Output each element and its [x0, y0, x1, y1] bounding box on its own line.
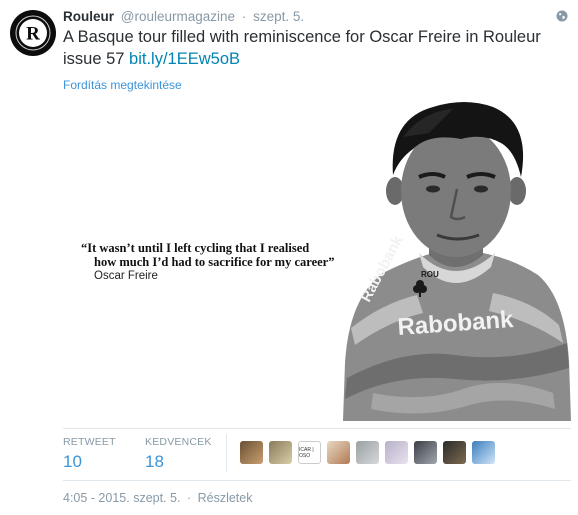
stats-divider-top: [63, 428, 571, 429]
liker-avatar[interactable]: [443, 441, 466, 464]
tweet-full-timestamp[interactable]: 4:05 - 2015. szept. 5.: [63, 491, 180, 505]
jersey-collar-text: ROU: [421, 270, 439, 279]
liker-avatars: ICAR | OSO: [240, 441, 501, 464]
tweet-text: A Basque tour filled with reminiscence f…: [63, 27, 571, 70]
liker-avatar[interactable]: [385, 441, 408, 464]
rouleur-logo-icon: R: [11, 11, 55, 55]
quote-author: Oscar Freire: [94, 270, 158, 282]
liker-avatar[interactable]: [240, 441, 263, 464]
favorites-stat[interactable]: KEDVENCEK 18: [145, 436, 212, 472]
author-name[interactable]: Rouleur: [63, 9, 114, 24]
liker-avatar-text: ICAR | OSO: [299, 446, 314, 459]
author-avatar[interactable]: R: [10, 10, 56, 56]
author-handle[interactable]: @rouleurmagazine: [121, 9, 235, 24]
retweet-stat[interactable]: RETWEET 10: [63, 436, 116, 472]
tweet-timestamp[interactable]: szept. 5.: [253, 9, 304, 24]
tweet-media-image[interactable]: “It wasn’t until I left cycling that I r…: [63, 93, 571, 421]
logo-letter: R: [26, 24, 40, 45]
liker-avatar[interactable]: [472, 441, 495, 464]
retweet-count: 10: [63, 452, 82, 471]
tweet-footer: 4:05 - 2015. szept. 5. · Részletek: [63, 491, 252, 505]
liker-avatar[interactable]: ICAR | OSO: [298, 441, 321, 464]
stats-separator: [226, 434, 227, 472]
quote-line-2: how much I’d had to sacrifice for my car…: [94, 255, 335, 269]
stats-divider-bottom: [63, 480, 571, 481]
retweet-label: RETWEET: [63, 436, 116, 448]
favorites-label: KEDVENCEK: [145, 436, 212, 448]
translate-link[interactable]: Fordítás megtekintése: [63, 78, 182, 92]
cyclist-portrait: Rabobank Rabobank ROU: [343, 102, 571, 421]
details-link[interactable]: Részletek: [198, 491, 253, 505]
pull-quote: “It wasn’t until I left cycling that I r…: [81, 241, 334, 282]
tweet-link[interactable]: bit.ly/1EEw5oB: [129, 50, 240, 68]
liker-avatar[interactable]: [356, 441, 379, 464]
tweet-header: Rouleur @rouleurmagazine · szept. 5.: [63, 9, 568, 27]
header-separator: ·: [241, 9, 247, 24]
favorites-count: 18: [145, 452, 164, 471]
liker-avatar[interactable]: [414, 441, 437, 464]
liker-avatar[interactable]: [327, 441, 350, 464]
quote-line-1: “It wasn’t until I left cycling that I r…: [81, 241, 310, 255]
footer-separator: ·: [186, 491, 192, 505]
liker-avatar[interactable]: [269, 441, 292, 464]
globe-icon[interactable]: [556, 10, 568, 25]
